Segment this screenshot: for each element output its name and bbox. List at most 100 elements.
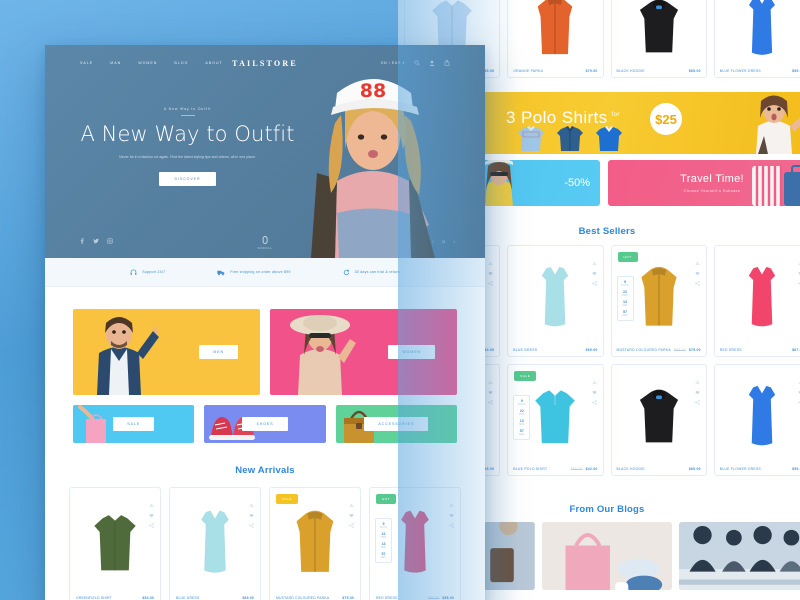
instagram-icon[interactable] bbox=[107, 238, 113, 244]
facebook-icon[interactable] bbox=[79, 238, 85, 244]
cart-icon[interactable] bbox=[444, 60, 450, 66]
compare-icon[interactable] bbox=[149, 495, 154, 507]
product-card[interactable]: Black Hoodie $65.00 bbox=[610, 0, 707, 78]
category-tile-men[interactable]: MEN bbox=[73, 309, 260, 395]
product-card[interactable]: HOT 9 DAYS 22 HRS 13 MIN 57 SEC Mustard Coloured … bbox=[610, 245, 707, 357]
hero-slider-pager: ‹ 01 › bbox=[432, 239, 455, 244]
compare-icon[interactable] bbox=[249, 495, 254, 507]
product-card-tools bbox=[591, 372, 597, 405]
twitter-icon[interactable] bbox=[93, 238, 99, 244]
wishlist-heart-icon[interactable] bbox=[695, 263, 700, 276]
product-card[interactable]: HOT 9 DAYS 22 HRS 13 MIN 57 SEC Red Dress $82.00 $5… bbox=[369, 487, 461, 600]
compare-icon[interactable] bbox=[592, 372, 597, 384]
compare-icon[interactable] bbox=[592, 253, 597, 265]
product-card[interactable]: Blue Flower Dress $59.00 bbox=[713, 0, 800, 78]
hero-subtitle: Never be in a fashion rut again. Find th… bbox=[119, 155, 256, 159]
share-icon[interactable] bbox=[349, 515, 354, 528]
wishlist-heart-icon[interactable] bbox=[592, 382, 597, 395]
category-tile-accessories[interactable]: ACCESSORIES bbox=[335, 405, 457, 443]
product-name: Blue Dress bbox=[176, 596, 200, 600]
promo-polo-for: for bbox=[611, 112, 620, 119]
promo-banner-travel-time[interactable]: Travel Time! Choose Yourself a Suitcase bbox=[608, 160, 800, 206]
product-name: Blue Dress bbox=[513, 348, 538, 352]
product-image bbox=[70, 488, 160, 596]
product-name: Red Dress bbox=[376, 596, 398, 600]
category-row-primary: MEN WOMEN bbox=[73, 309, 457, 395]
blog-card-pink-handbag[interactable] bbox=[541, 522, 673, 590]
nav-link-women[interactable]: WOMEN bbox=[138, 61, 157, 65]
promo-polo-products bbox=[516, 126, 624, 152]
timer-unit: 9 DAYS bbox=[514, 399, 529, 406]
category-tile-women[interactable]: WOMEN bbox=[270, 309, 457, 395]
timer-unit: 13 MIN bbox=[514, 419, 529, 426]
product-meta: Red Dress $67.00 bbox=[715, 348, 800, 352]
language-currency-selector[interactable]: EN / EUR ▾ bbox=[381, 61, 405, 65]
share-icon[interactable] bbox=[249, 515, 254, 528]
category-sale-label: SALE bbox=[113, 417, 155, 431]
category-tile-shoes[interactable]: SHOES bbox=[204, 405, 326, 443]
new-arrivals-grid: Greenfield Shirt $54.00 Blue Dress $69.00 SA… bbox=[45, 487, 485, 600]
hero-discover-button[interactable]: DISCOVER bbox=[158, 171, 217, 186]
hero-section: 88 SALE MAN WOMEN BLOG ABOUT TAILSTORE EN / … bbox=[45, 45, 485, 258]
product-card[interactable]: Blue Dress $69.00 bbox=[507, 245, 604, 357]
product-image bbox=[508, 0, 602, 69]
product-card[interactable]: Blue Dress $69.00 bbox=[169, 487, 261, 600]
wishlist-heart-icon[interactable] bbox=[149, 505, 154, 518]
product-card[interactable]: Greenfield Shirt $54.00 bbox=[69, 487, 161, 600]
product-card[interactable]: SALE Mustard Coloured Parka $75.00 bbox=[269, 487, 361, 600]
compare-icon[interactable] bbox=[488, 253, 493, 265]
promo-polo-price: $25 bbox=[650, 103, 682, 135]
product-meta: Blue Dress $69.00 bbox=[508, 348, 602, 352]
compare-icon[interactable] bbox=[449, 495, 454, 507]
wishlist-heart-icon[interactable] bbox=[488, 263, 493, 276]
product-price: $59.00 bbox=[792, 467, 800, 471]
share-icon[interactable] bbox=[695, 273, 700, 286]
product-card[interactable]: Orange Parka $79.00 bbox=[507, 0, 604, 78]
share-icon[interactable] bbox=[488, 273, 493, 286]
wishlist-heart-icon[interactable] bbox=[249, 505, 254, 518]
product-card-tools bbox=[149, 495, 154, 528]
compare-icon[interactable] bbox=[349, 495, 354, 507]
hero-prev-arrow[interactable]: ‹ bbox=[432, 239, 434, 244]
hero-social-links bbox=[79, 238, 113, 244]
share-icon[interactable] bbox=[488, 392, 493, 405]
compare-icon[interactable] bbox=[695, 253, 700, 265]
site-logo[interactable]: TAILSTORE bbox=[232, 59, 298, 68]
product-card[interactable]: Black Hoodie $65.00 bbox=[610, 364, 707, 476]
product-name: Orange Parka bbox=[513, 69, 544, 73]
share-icon[interactable] bbox=[591, 392, 597, 405]
product-card[interactable]: SALE 9 DAYS 22 HRS 13 MIN 57 SEC Blue Polo Shirt $… bbox=[507, 364, 604, 476]
wishlist-heart-icon[interactable] bbox=[592, 263, 597, 276]
product-price: $54.00 bbox=[142, 596, 154, 600]
product-price: $65.00 bbox=[688, 69, 701, 73]
product-card[interactable]: Red Dress $67.00 bbox=[713, 245, 800, 357]
wishlist-heart-icon[interactable] bbox=[449, 505, 454, 518]
headset-icon bbox=[130, 263, 137, 281]
blog-card-friends-outdoors[interactable] bbox=[679, 522, 800, 590]
hero-next-arrow[interactable]: › bbox=[454, 239, 456, 244]
nav-link-man[interactable]: MAN bbox=[110, 61, 121, 65]
wishlist-heart-icon[interactable] bbox=[349, 505, 354, 518]
product-card[interactable]: Blue Flower Dress $59.00 bbox=[713, 364, 800, 476]
share-icon[interactable] bbox=[449, 515, 454, 528]
nav-link-about[interactable]: ABOUT bbox=[205, 61, 222, 65]
user-icon[interactable] bbox=[429, 60, 435, 66]
category-tile-sale[interactable]: SALE bbox=[73, 405, 195, 443]
nav-link-blog[interactable]: BLOG bbox=[174, 61, 188, 65]
product-image bbox=[715, 0, 800, 69]
share-icon[interactable] bbox=[695, 392, 700, 405]
product-price: $69.00 bbox=[242, 596, 254, 600]
timer-unit: 22 HRS bbox=[514, 409, 529, 416]
search-icon[interactable] bbox=[414, 60, 420, 66]
compare-icon[interactable] bbox=[488, 372, 493, 384]
countdown-timer: 9 DAYS 22 HRS 13 MIN 57 SEC bbox=[375, 518, 392, 563]
wishlist-heart-icon[interactable] bbox=[695, 382, 700, 395]
share-icon[interactable] bbox=[149, 515, 154, 528]
wishlist-heart-icon[interactable] bbox=[488, 382, 493, 395]
timer-unit-label: SEC bbox=[380, 556, 387, 559]
nav-link-sale[interactable]: SALE bbox=[80, 61, 93, 65]
product-name: Blue Flower Dress bbox=[719, 467, 761, 471]
share-icon[interactable] bbox=[591, 273, 597, 286]
compare-icon[interactable] bbox=[695, 372, 700, 384]
scroll-indicator[interactable]: SCROLL bbox=[258, 236, 273, 250]
